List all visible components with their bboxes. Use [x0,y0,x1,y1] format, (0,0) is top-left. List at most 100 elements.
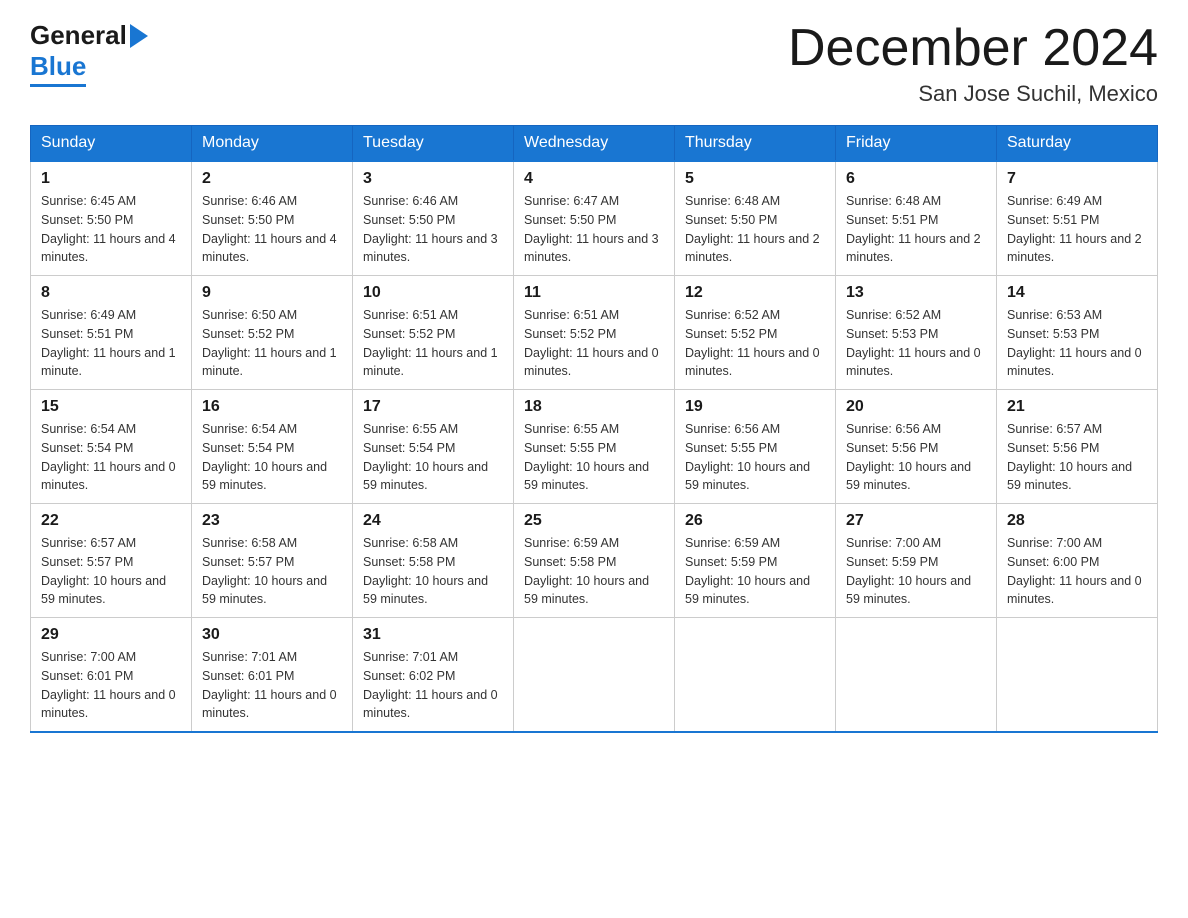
day-number: 4 [524,170,664,188]
day-number: 7 [1007,170,1147,188]
logo-blue-text: Blue [30,51,86,81]
month-title: December 2024 [788,20,1158,77]
week-row-1: 1 Sunrise: 6:45 AM Sunset: 5:50 PM Dayli… [31,161,1158,276]
day-info: Sunrise: 6:45 AM Sunset: 5:50 PM Dayligh… [41,192,181,267]
calendar-cell: 13 Sunrise: 6:52 AM Sunset: 5:53 PM Dayl… [836,276,997,390]
header-sunday: Sunday [31,126,192,162]
header-row: SundayMondayTuesdayWednesdayThursdayFrid… [31,126,1158,162]
day-number: 18 [524,398,664,416]
day-info: Sunrise: 6:56 AM Sunset: 5:55 PM Dayligh… [685,420,825,495]
calendar-cell: 25 Sunrise: 6:59 AM Sunset: 5:58 PM Dayl… [514,504,675,618]
calendar-cell: 20 Sunrise: 6:56 AM Sunset: 5:56 PM Dayl… [836,390,997,504]
day-info: Sunrise: 6:50 AM Sunset: 5:52 PM Dayligh… [202,306,342,381]
day-number: 31 [363,626,503,644]
calendar-cell: 28 Sunrise: 7:00 AM Sunset: 6:00 PM Dayl… [997,504,1158,618]
day-info: Sunrise: 6:54 AM Sunset: 5:54 PM Dayligh… [41,420,181,495]
calendar-cell: 22 Sunrise: 6:57 AM Sunset: 5:57 PM Dayl… [31,504,192,618]
calendar-cell: 12 Sunrise: 6:52 AM Sunset: 5:52 PM Dayl… [675,276,836,390]
calendar-cell: 24 Sunrise: 6:58 AM Sunset: 5:58 PM Dayl… [353,504,514,618]
calendar-cell [997,618,1158,733]
calendar-cell: 16 Sunrise: 6:54 AM Sunset: 5:54 PM Dayl… [192,390,353,504]
day-number: 3 [363,170,503,188]
calendar-cell: 23 Sunrise: 6:58 AM Sunset: 5:57 PM Dayl… [192,504,353,618]
calendar-body: 1 Sunrise: 6:45 AM Sunset: 5:50 PM Dayli… [31,161,1158,732]
calendar-cell: 6 Sunrise: 6:48 AM Sunset: 5:51 PM Dayli… [836,161,997,276]
day-info: Sunrise: 6:57 AM Sunset: 5:57 PM Dayligh… [41,534,181,609]
day-number: 30 [202,626,342,644]
day-number: 8 [41,284,181,302]
logo: General Blue [30,20,151,87]
day-info: Sunrise: 6:49 AM Sunset: 5:51 PM Dayligh… [1007,192,1147,267]
calendar-cell: 15 Sunrise: 6:54 AM Sunset: 5:54 PM Dayl… [31,390,192,504]
day-info: Sunrise: 6:46 AM Sunset: 5:50 PM Dayligh… [363,192,503,267]
calendar-cell: 1 Sunrise: 6:45 AM Sunset: 5:50 PM Dayli… [31,161,192,276]
calendar-cell: 30 Sunrise: 7:01 AM Sunset: 6:01 PM Dayl… [192,618,353,733]
day-info: Sunrise: 7:00 AM Sunset: 5:59 PM Dayligh… [846,534,986,609]
day-info: Sunrise: 6:55 AM Sunset: 5:54 PM Dayligh… [363,420,503,495]
day-number: 28 [1007,512,1147,530]
logo-general-text: General [30,20,127,51]
location-subtitle: San Jose Suchil, Mexico [788,81,1158,107]
header-friday: Friday [836,126,997,162]
day-info: Sunrise: 7:01 AM Sunset: 6:01 PM Dayligh… [202,648,342,723]
calendar-cell [836,618,997,733]
calendar-cell: 19 Sunrise: 6:56 AM Sunset: 5:55 PM Dayl… [675,390,836,504]
day-info: Sunrise: 6:46 AM Sunset: 5:50 PM Dayligh… [202,192,342,267]
week-row-2: 8 Sunrise: 6:49 AM Sunset: 5:51 PM Dayli… [31,276,1158,390]
day-info: Sunrise: 6:51 AM Sunset: 5:52 PM Dayligh… [524,306,664,381]
calendar-table: SundayMondayTuesdayWednesdayThursdayFrid… [30,125,1158,733]
day-info: Sunrise: 6:52 AM Sunset: 5:52 PM Dayligh… [685,306,825,381]
calendar-cell: 27 Sunrise: 7:00 AM Sunset: 5:59 PM Dayl… [836,504,997,618]
day-number: 26 [685,512,825,530]
calendar-cell: 4 Sunrise: 6:47 AM Sunset: 5:50 PM Dayli… [514,161,675,276]
day-number: 24 [363,512,503,530]
day-number: 9 [202,284,342,302]
day-number: 5 [685,170,825,188]
day-number: 6 [846,170,986,188]
day-info: Sunrise: 6:53 AM Sunset: 5:53 PM Dayligh… [1007,306,1147,381]
header-thursday: Thursday [675,126,836,162]
calendar-cell: 7 Sunrise: 6:49 AM Sunset: 5:51 PM Dayli… [997,161,1158,276]
day-number: 1 [41,170,181,188]
day-number: 16 [202,398,342,416]
day-number: 27 [846,512,986,530]
day-info: Sunrise: 6:48 AM Sunset: 5:50 PM Dayligh… [685,192,825,267]
calendar-cell: 9 Sunrise: 6:50 AM Sunset: 5:52 PM Dayli… [192,276,353,390]
calendar-cell: 11 Sunrise: 6:51 AM Sunset: 5:52 PM Dayl… [514,276,675,390]
day-info: Sunrise: 6:47 AM Sunset: 5:50 PM Dayligh… [524,192,664,267]
day-number: 25 [524,512,664,530]
day-number: 15 [41,398,181,416]
logo-underline [30,84,86,87]
week-row-5: 29 Sunrise: 7:00 AM Sunset: 6:01 PM Dayl… [31,618,1158,733]
calendar-cell [514,618,675,733]
calendar-cell: 8 Sunrise: 6:49 AM Sunset: 5:51 PM Dayli… [31,276,192,390]
day-number: 13 [846,284,986,302]
header-tuesday: Tuesday [353,126,514,162]
day-number: 29 [41,626,181,644]
day-number: 20 [846,398,986,416]
day-info: Sunrise: 6:55 AM Sunset: 5:55 PM Dayligh… [524,420,664,495]
day-info: Sunrise: 7:01 AM Sunset: 6:02 PM Dayligh… [363,648,503,723]
day-info: Sunrise: 6:51 AM Sunset: 5:52 PM Dayligh… [363,306,503,381]
day-info: Sunrise: 6:59 AM Sunset: 5:58 PM Dayligh… [524,534,664,609]
day-info: Sunrise: 6:58 AM Sunset: 5:58 PM Dayligh… [363,534,503,609]
day-number: 12 [685,284,825,302]
header-saturday: Saturday [997,126,1158,162]
day-info: Sunrise: 6:56 AM Sunset: 5:56 PM Dayligh… [846,420,986,495]
calendar-cell [675,618,836,733]
day-number: 21 [1007,398,1147,416]
day-info: Sunrise: 6:59 AM Sunset: 5:59 PM Dayligh… [685,534,825,609]
calendar-cell: 5 Sunrise: 6:48 AM Sunset: 5:50 PM Dayli… [675,161,836,276]
calendar-cell: 21 Sunrise: 6:57 AM Sunset: 5:56 PM Dayl… [997,390,1158,504]
calendar-cell: 31 Sunrise: 7:01 AM Sunset: 6:02 PM Dayl… [353,618,514,733]
header: General Blue December 2024 San Jose Such… [30,20,1158,107]
day-info: Sunrise: 6:54 AM Sunset: 5:54 PM Dayligh… [202,420,342,495]
calendar-cell: 3 Sunrise: 6:46 AM Sunset: 5:50 PM Dayli… [353,161,514,276]
header-wednesday: Wednesday [514,126,675,162]
day-info: Sunrise: 6:57 AM Sunset: 5:56 PM Dayligh… [1007,420,1147,495]
calendar-cell: 2 Sunrise: 6:46 AM Sunset: 5:50 PM Dayli… [192,161,353,276]
day-number: 11 [524,284,664,302]
day-number: 10 [363,284,503,302]
calendar-cell: 10 Sunrise: 6:51 AM Sunset: 5:52 PM Dayl… [353,276,514,390]
day-info: Sunrise: 6:58 AM Sunset: 5:57 PM Dayligh… [202,534,342,609]
